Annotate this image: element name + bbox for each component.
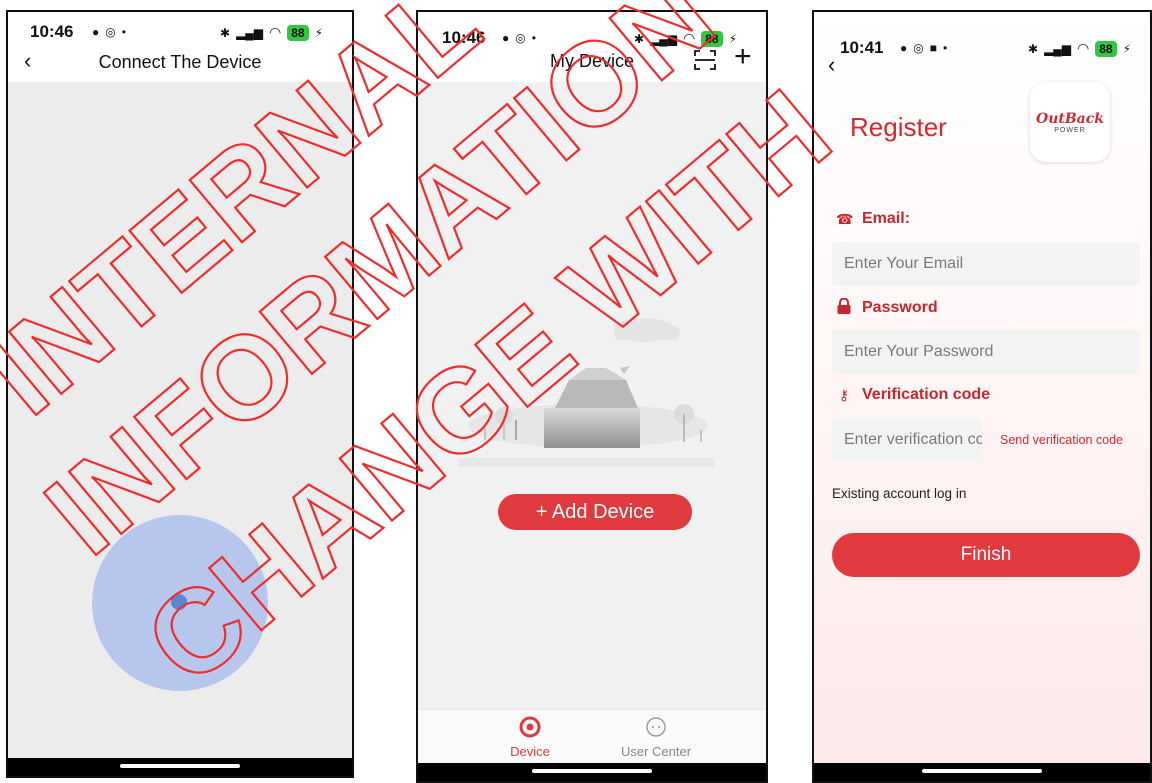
email-label-text: Email: xyxy=(862,210,911,227)
signal-icon: ▂▄▆ xyxy=(1044,41,1072,56)
wifi-icon: ◠ xyxy=(269,24,282,40)
system-icons: ✱ ▂▄▆ ◠ 88 ⚡ xyxy=(634,30,737,47)
plus-icon[interactable]: + xyxy=(734,42,752,72)
system-icons: ✱ ▂▄▆ ◠ 88 ⚡ xyxy=(220,24,323,41)
battery-level: 88 xyxy=(287,24,309,41)
existing-account-login-link[interactable]: Existing account log in xyxy=(832,486,966,501)
empty-box-illustration xyxy=(458,318,714,467)
status-bar: 10:41 ● ◎ ■ • ✱ ▂▄▆ ◠ 88 ⚡ xyxy=(814,12,1150,57)
battery-level: 88 xyxy=(1095,40,1117,57)
wifi-icon: ◠ xyxy=(683,30,696,46)
charging-icon: ⚡ xyxy=(1122,41,1132,56)
chat-icon: ● xyxy=(900,41,908,55)
code-label: ⚷ Verification code xyxy=(836,386,990,404)
password-field[interactable] xyxy=(832,330,1140,374)
home-indicator xyxy=(418,763,766,781)
phone-icon: ☎ xyxy=(836,210,854,227)
chat-icon: ● xyxy=(502,31,510,45)
dot-icon: • xyxy=(942,41,948,55)
verification-code-field[interactable] xyxy=(832,418,982,462)
notification-icons: ● ◎ ■ • xyxy=(900,41,947,55)
email-field[interactable] xyxy=(832,242,1140,286)
location-icon: ◎ xyxy=(515,31,526,45)
bluetooth-icon: ✱ xyxy=(634,31,645,46)
system-icons: ✱ ▂▄▆ ◠ 88 ⚡ xyxy=(1028,40,1131,57)
tab-bar: Device User Center xyxy=(418,709,766,763)
bluetooth-icon: ✱ xyxy=(1028,41,1039,56)
home-indicator xyxy=(8,758,352,776)
chat-icon: ● xyxy=(92,25,100,39)
page-title: Register xyxy=(850,112,947,142)
notification-icons: ● ◎ • xyxy=(92,25,126,39)
location-icon: ◎ xyxy=(105,25,116,39)
video-icon: ■ xyxy=(929,41,937,55)
bluetooth-icon: ✱ xyxy=(220,25,231,40)
current-location-dot xyxy=(171,594,187,610)
email-label: ☎ Email: xyxy=(836,210,910,228)
register-screen: 10:41 ● ◎ ■ • ✱ ▂▄▆ ◠ 88 ⚡ ‹ Register Ou… xyxy=(812,10,1152,783)
signal-icon: ▂▄▆ xyxy=(650,31,678,46)
page-title: Connect The Device xyxy=(98,52,262,72)
dot-icon: • xyxy=(121,25,126,39)
status-time: 10:46 xyxy=(442,28,486,47)
target-icon xyxy=(470,714,590,740)
charging-icon: ⚡ xyxy=(314,25,324,40)
tab-user-center[interactable]: User Center xyxy=(596,714,716,759)
smile-icon xyxy=(596,714,716,740)
nav-bar: ‹ Connect The Device xyxy=(8,48,352,82)
status-time: 10:41 xyxy=(840,38,884,57)
lock-icon xyxy=(836,297,852,317)
outback-logo: OutBack POWER xyxy=(1030,82,1110,162)
password-label-text: Password xyxy=(862,298,938,316)
code-label-text: Verification code xyxy=(862,386,991,403)
scan-icon[interactable] xyxy=(694,50,716,70)
logo-subtext: POWER xyxy=(1054,126,1086,134)
tab-label: Device xyxy=(510,744,550,759)
chevron-left-icon[interactable]: ‹ xyxy=(828,52,835,78)
location-icon: ◎ xyxy=(913,41,924,55)
status-time: 10:46 xyxy=(30,22,74,41)
add-device-button[interactable]: + Add Device xyxy=(498,494,692,530)
home-indicator xyxy=(814,763,1150,781)
signal-icon: ▂▄▆ xyxy=(236,25,264,40)
logo-text: OutBack xyxy=(1036,110,1104,127)
send-verification-code-button[interactable]: Send verification code xyxy=(1000,433,1123,447)
connect-device-screen: 10:46 ● ◎ • ✱ ▂▄▆ ◠ 88 ⚡ ‹ Connect The D… xyxy=(6,10,354,778)
finish-button[interactable]: Finish xyxy=(832,533,1140,577)
tab-label: User Center xyxy=(620,744,692,759)
dot-icon: • xyxy=(531,31,536,45)
battery-level: 88 xyxy=(701,30,723,47)
password-label: Password xyxy=(836,297,938,317)
plus-icon: + xyxy=(535,501,552,523)
tab-device[interactable]: Device xyxy=(470,714,590,759)
my-device-screen: 10:46 ● ◎ • ✱ ▂▄▆ ◠ 88 ⚡ My Device + + A… xyxy=(416,10,768,783)
key-icon: ⚷ xyxy=(838,386,850,403)
notification-icons: ● ◎ • xyxy=(502,31,536,45)
add-device-label: Add Device xyxy=(551,501,655,523)
wifi-icon: ◠ xyxy=(1077,40,1090,56)
